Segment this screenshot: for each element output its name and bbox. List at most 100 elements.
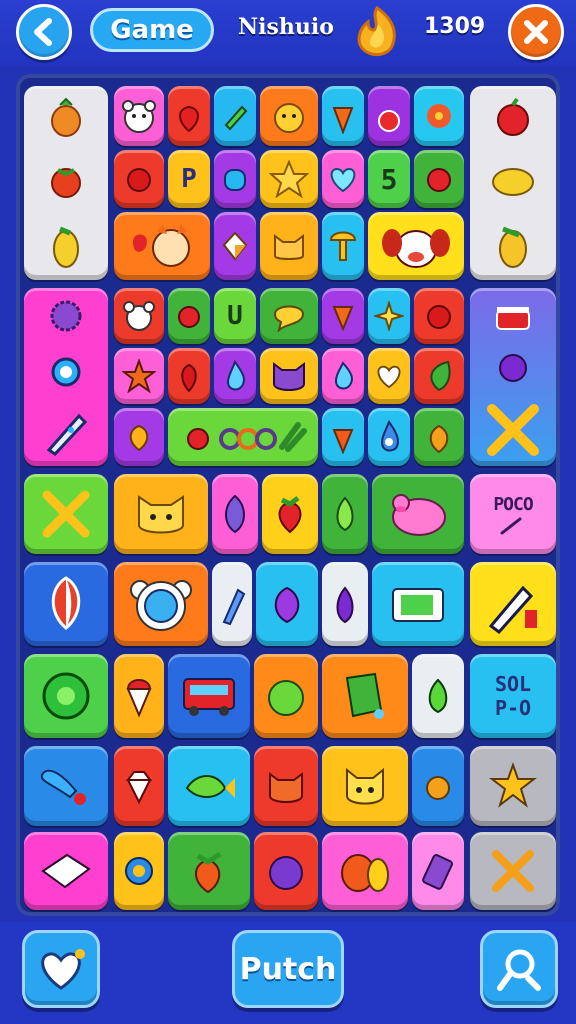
tile-bear[interactable] [114, 86, 164, 146]
cat-face-icon [346, 767, 384, 805]
tile-ice-cream[interactable] [114, 654, 164, 738]
tile-bear[interactable] [114, 288, 164, 344]
tile-devil[interactable] [254, 746, 318, 826]
favorite-button[interactable] [22, 930, 100, 1008]
tile-chili[interactable] [168, 348, 210, 404]
strawberry-icon [179, 105, 199, 133]
fox-face-icon [133, 224, 190, 267]
side-panel-right-middle[interactable] [470, 288, 556, 466]
tile-eye-drop[interactable] [368, 408, 410, 466]
tile-leaf[interactable] [414, 348, 464, 404]
close-icon [524, 20, 548, 44]
tile-fox[interactable] [114, 212, 210, 280]
tile-rocket[interactable] [212, 562, 252, 646]
tile-phone[interactable] [412, 832, 464, 910]
tile-fruit-chain[interactable] [168, 408, 318, 466]
tile-apple[interactable] [254, 654, 318, 738]
tile-pin[interactable] [24, 746, 108, 826]
tile-star[interactable] [260, 150, 318, 208]
tile-flower[interactable] [414, 86, 464, 146]
tile-paper[interactable] [24, 832, 108, 910]
tile-drop[interactable] [214, 348, 256, 404]
putch-button[interactable]: Putch [232, 930, 344, 1008]
tile-pencil[interactable] [214, 86, 256, 146]
tile-apple[interactable] [168, 288, 210, 344]
game-menu-button[interactable]: Game [90, 8, 214, 52]
tile-orange[interactable] [114, 408, 164, 466]
tile-orange[interactable] [414, 408, 464, 466]
tile-strawberry[interactable] [168, 86, 210, 146]
tile-monster[interactable] [254, 832, 318, 910]
tile-ring[interactable] [114, 832, 164, 910]
tile-green-orb[interactable] [24, 654, 108, 738]
tile-tomato[interactable] [414, 288, 464, 344]
search-button[interactable] [480, 930, 558, 1008]
tile-bear-gem[interactable] [114, 562, 208, 646]
letter-u: U [227, 301, 243, 331]
tile-dog[interactable] [368, 212, 464, 280]
close-button[interactable] [508, 4, 564, 60]
tile-fruits[interactable] [322, 832, 408, 910]
tile-strawberry[interactable] [114, 150, 164, 208]
tile-letter-u[interactable]: U [214, 288, 256, 344]
cat-face-icon [274, 103, 304, 133]
tile-poco[interactable]: POCO [470, 474, 556, 554]
tile-cat[interactable] [260, 212, 318, 280]
tile-cat[interactable] [260, 348, 318, 404]
balloon-icon [51, 576, 81, 630]
tile-heart[interactable] [368, 348, 410, 404]
tile-number-five[interactable]: 5 [368, 150, 410, 208]
tile-potion[interactable] [368, 86, 410, 146]
tile-cat[interactable] [114, 474, 208, 554]
tile-eggplant[interactable] [322, 562, 368, 646]
bus-icon [183, 678, 235, 716]
tile-document[interactable] [322, 654, 408, 738]
tile-mushroom[interactable] [322, 212, 364, 280]
plum-icon [499, 353, 527, 382]
tile-carrot[interactable] [322, 288, 364, 344]
tile-strawberry[interactable] [262, 474, 318, 554]
tile-robot[interactable] [214, 150, 256, 208]
chat-bubble-icon [273, 305, 305, 332]
score-value: 1309 [424, 14, 486, 39]
tile-crossed-tools[interactable] [470, 832, 556, 910]
tile-drop[interactable] [322, 348, 364, 404]
tile-star-tools[interactable] [470, 746, 556, 826]
tile-starfish[interactable] [114, 348, 164, 404]
tile-pear[interactable] [412, 654, 464, 738]
tile-gem[interactable] [214, 212, 256, 280]
devil-face-icon [269, 772, 303, 803]
tile-carrot[interactable] [322, 408, 364, 466]
side-panel-left-top[interactable] [24, 86, 108, 280]
chevron-left-icon [34, 18, 52, 46]
side-panel-right-top[interactable] [470, 86, 556, 280]
cat-face-icon [273, 362, 305, 391]
tile-pencil[interactable] [470, 562, 556, 646]
tile-cat[interactable] [260, 86, 318, 146]
tile-crossed-tools[interactable] [24, 474, 108, 554]
tile-gem[interactable] [114, 746, 164, 826]
tile-pig[interactable] [372, 474, 464, 554]
tile-sol[interactable]: SOL P-O [470, 654, 556, 738]
back-button[interactable] [16, 4, 72, 60]
tile-chat[interactable] [260, 288, 318, 344]
side-panel-left-middle[interactable] [24, 288, 108, 466]
tile-balloon[interactable] [24, 562, 108, 646]
tile-bus[interactable] [168, 654, 250, 738]
tile-orange[interactable] [412, 746, 464, 826]
tile-carrot[interactable] [322, 86, 364, 146]
tile-pear[interactable] [322, 474, 368, 554]
tile-cat[interactable] [322, 746, 408, 826]
number-five: 5 [380, 162, 398, 196]
tile-heart[interactable] [322, 150, 364, 208]
tile-ticket[interactable] [372, 562, 464, 646]
tile-letter-p[interactable]: P [168, 150, 210, 208]
tile-apple[interactable] [414, 150, 464, 208]
tile-sparkle[interactable] [368, 288, 410, 344]
eggplant-icon [336, 586, 354, 624]
tile-carrot[interactable] [168, 832, 250, 910]
apple-icon [427, 168, 451, 192]
tile-monster[interactable] [256, 562, 318, 646]
tile-monster[interactable] [212, 474, 258, 554]
tile-fish[interactable] [168, 746, 250, 826]
